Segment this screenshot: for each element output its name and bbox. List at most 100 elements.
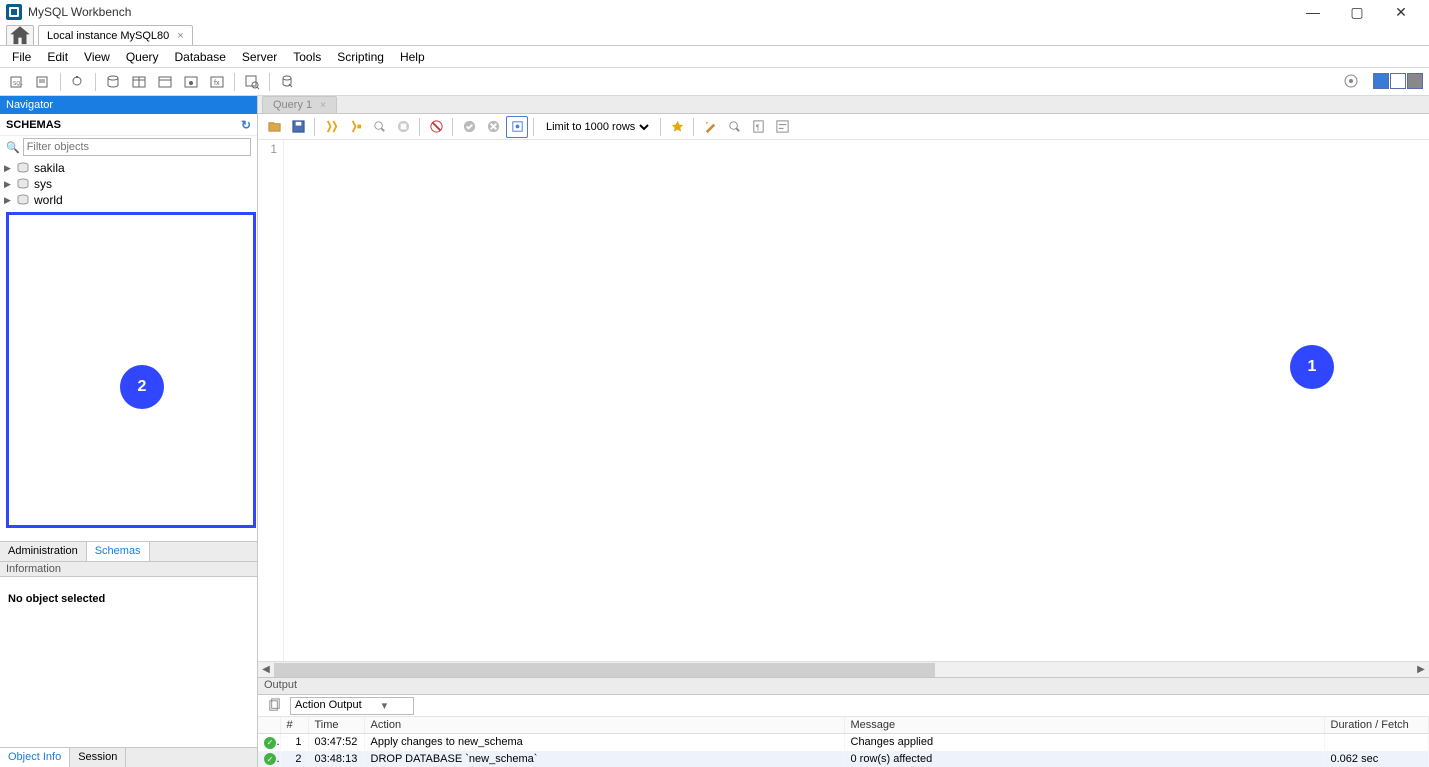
menu-server[interactable]: Server [234,50,285,64]
stop-icon[interactable] [392,116,414,138]
favorites-icon[interactable] [666,116,688,138]
scroll-thumb[interactable] [274,663,935,677]
toolbar-separator [419,118,420,136]
toolbar-separator [60,73,61,91]
output-row[interactable]: ✓ 2 03:48:13 DROP DATABASE `new_schema` … [258,751,1429,767]
menu-scripting[interactable]: Scripting [329,50,392,64]
home-tab[interactable] [6,25,34,45]
save-icon[interactable] [287,116,309,138]
query-tab-label: Query 1 [273,99,312,111]
menu-database[interactable]: Database [167,50,234,64]
create-view-icon[interactable] [154,71,176,93]
tab-session[interactable]: Session [70,748,126,767]
create-procedure-icon[interactable] [180,71,202,93]
open-sql-script-icon[interactable] [32,71,54,93]
panel-toggle-group [1372,73,1423,89]
col-time[interactable]: Time [308,717,364,734]
explain-icon[interactable] [368,116,390,138]
expand-arrow-icon[interactable]: ▶ [4,179,14,190]
refresh-schemas-icon[interactable]: ↻ [241,118,251,132]
rollback-icon[interactable] [482,116,504,138]
close-button[interactable]: ✕ [1379,0,1423,24]
output-copy-icon[interactable] [263,695,285,717]
output-row[interactable]: ✓ 1 03:47:52 Apply changes to new_schema… [258,734,1429,751]
menu-tools[interactable]: Tools [285,50,329,64]
filter-objects-input[interactable] [23,138,251,156]
tab-schemas[interactable]: Schemas [87,542,150,561]
menu-query[interactable]: Query [118,50,167,64]
app-icon [6,4,22,20]
menu-file[interactable]: File [4,50,39,64]
cell-num: 2 [280,751,308,767]
success-icon: ✓ [264,753,276,765]
col-duration[interactable]: Duration / Fetch [1324,717,1429,734]
col-action[interactable]: Action [364,717,844,734]
cell-time: 03:48:13 [308,751,364,767]
menu-view[interactable]: View [76,50,118,64]
code-area[interactable] [284,140,1429,661]
scroll-track[interactable] [274,663,1413,677]
toggle-sidebar-panel[interactable] [1373,73,1389,89]
col-num[interactable]: # [280,717,308,734]
wrap-icon[interactable] [771,116,793,138]
database-icon [16,194,30,206]
connection-tab[interactable]: Local instance MySQL80 × [38,25,193,45]
menu-edit[interactable]: Edit [39,50,76,64]
query-tab[interactable]: Query 1 × [262,96,337,113]
maximize-button[interactable]: ▢ [1335,0,1379,24]
database-icon [16,178,30,190]
beautify-icon[interactable] [699,116,721,138]
col-status[interactable] [258,717,280,734]
inspector-icon[interactable] [67,71,89,93]
schema-item-sys[interactable]: ▶ sys [4,176,253,192]
find-icon[interactable] [723,116,745,138]
schema-item-world[interactable]: ▶ world [4,192,253,208]
create-function-icon[interactable]: fx [206,71,228,93]
toggle-autocommit-icon[interactable] [425,116,447,138]
query-tab-close[interactable]: × [320,100,326,111]
editor-hscrollbar[interactable]: ◀ ▶ [258,661,1429,677]
svg-text:¶: ¶ [755,122,759,131]
col-message[interactable]: Message [844,717,1324,734]
expand-arrow-icon[interactable]: ▶ [4,163,14,174]
connection-tab-close[interactable]: × [177,30,183,42]
connection-tabbar: Local instance MySQL80 × [0,24,1429,46]
toggle-secondary-panel[interactable] [1390,73,1406,89]
menu-help[interactable]: Help [392,50,433,64]
schema-label: world [34,193,63,207]
workbench-central-icon[interactable] [1340,70,1362,92]
toggle-invisible-icon[interactable]: ¶ [747,116,769,138]
create-schema-icon[interactable] [102,71,124,93]
tab-administration[interactable]: Administration [0,542,87,561]
output-type-select[interactable]: Action Output ▾ [290,697,414,715]
create-table-icon[interactable] [128,71,150,93]
search-table-data-icon[interactable] [241,71,263,93]
output-header: Output [258,677,1429,695]
output-table: # Time Action Message Duration / Fetch ✓… [258,717,1429,767]
sql-editor[interactable]: 1 [258,140,1429,661]
schema-item-sakila[interactable]: ▶ sakila [4,160,253,176]
line-number: 1 [258,142,277,156]
scroll-left-icon[interactable]: ◀ [258,664,274,675]
tab-object-info[interactable]: Object Info [0,748,70,767]
expand-arrow-icon[interactable]: ▶ [4,195,14,206]
navigator-header: Navigator [0,96,257,114]
reconnect-icon[interactable] [276,71,298,93]
toggle-whitespace-icon[interactable] [506,116,528,138]
editor-toolbar: Limit to 1000 rows ¶ [258,114,1429,140]
row-limit-select[interactable]: Limit to 1000 rows [542,120,652,134]
schemas-label: SCHEMAS [6,119,61,131]
execute-current-icon[interactable] [344,116,366,138]
scroll-right-icon[interactable]: ▶ [1413,664,1429,675]
cell-num: 1 [280,734,308,751]
commit-icon[interactable] [458,116,480,138]
open-file-icon[interactable] [263,116,285,138]
toggle-output-panel[interactable] [1407,73,1423,89]
minimize-button[interactable]: — [1291,0,1335,24]
new-sql-tab-icon[interactable]: SQL [6,71,28,93]
toolbar-separator [269,73,270,91]
main-area: Query 1 × Limit to 1000 rows [258,96,1429,767]
search-icon: 🔍 [6,141,20,154]
toolbar-separator [660,118,661,136]
execute-icon[interactable] [320,116,342,138]
